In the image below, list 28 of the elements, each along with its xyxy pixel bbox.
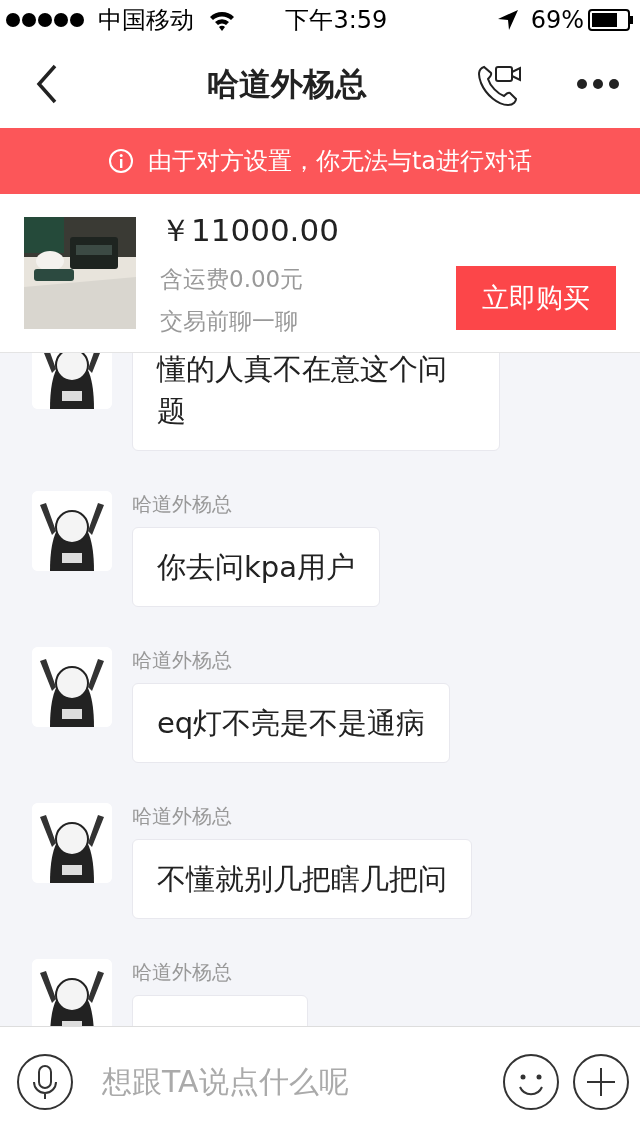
message-input[interactable]: 想跟TA说点什么呢 bbox=[86, 1058, 490, 1105]
back-icon[interactable] bbox=[36, 64, 58, 104]
chat-title: 哈道外杨总 bbox=[206, 64, 368, 105]
sender-name: 哈道外杨总 bbox=[132, 959, 232, 985]
sender-name: 哈道外杨总 bbox=[132, 491, 232, 517]
battery-percent: 69% bbox=[530, 5, 584, 36]
plus-icon[interactable] bbox=[572, 1052, 630, 1111]
sender-name: 哈道外杨总 bbox=[132, 803, 232, 829]
notice-text: 由于对方设置，你无法与ta进行对话 bbox=[147, 146, 533, 177]
more-icon[interactable] bbox=[576, 78, 620, 90]
message-bubble: 不懂就别几把瞎几把问 bbox=[132, 839, 472, 919]
chat-hint: 交易前聊一聊 bbox=[160, 307, 299, 337]
status-time: 下午3:59 bbox=[284, 5, 389, 36]
price: ￥11000.00 bbox=[160, 211, 340, 251]
sender-name: 哈道外杨总 bbox=[132, 647, 232, 673]
shipping-fee: 含运费0.00元 bbox=[160, 264, 305, 294]
message-bubble: 懂的人真不在意这个问题 bbox=[132, 353, 500, 451]
battery-icon bbox=[588, 9, 634, 31]
location-arrow-icon bbox=[496, 9, 519, 31]
message-bubble: 你去问kpa用户 bbox=[132, 527, 380, 607]
carrier-name: 中国移动 bbox=[98, 5, 194, 36]
wifi-icon bbox=[208, 9, 236, 31]
message-bubble: eq灯不亮是不是通病 bbox=[132, 683, 451, 763]
emoji-icon[interactable] bbox=[502, 1052, 560, 1111]
info-icon bbox=[107, 148, 134, 174]
buy-now-button[interactable]: 立即购买 bbox=[456, 266, 616, 330]
microphone-icon[interactable] bbox=[16, 1052, 74, 1111]
input-bar[interactable]: 想跟TA说点什么呢 bbox=[0, 1026, 640, 1136]
